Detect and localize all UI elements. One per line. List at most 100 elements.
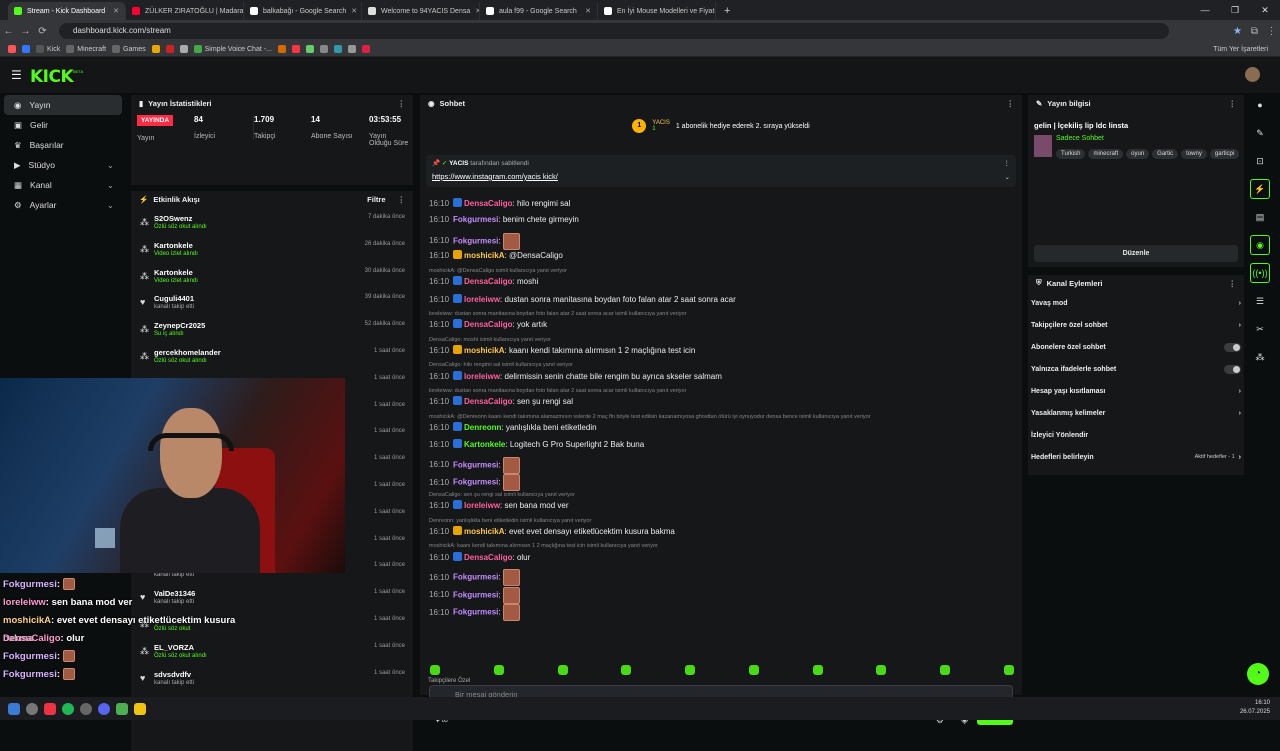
tab-close-icon[interactable]: ✕ — [351, 7, 357, 15]
activity-menu-icon[interactable]: ⋮ — [398, 195, 406, 204]
bookmark-icon[interactable] — [277, 45, 286, 53]
emote-icon[interactable] — [748, 665, 759, 675]
tag[interactable]: Gartic — [1152, 149, 1179, 159]
help-chat-icon[interactable]: ◔ — [1247, 663, 1269, 685]
taskbar-app-icon[interactable] — [44, 702, 56, 715]
chat-username[interactable]: DensaCaligo — [464, 320, 512, 329]
chat-username[interactable]: Fokgurmesi — [453, 573, 498, 582]
folder-icon[interactable] — [134, 702, 146, 715]
note-icon[interactable]: ▤ — [1250, 207, 1270, 227]
chevron-down-icon[interactable]: ⌄ — [107, 160, 114, 171]
bookmark-icon[interactable] — [165, 45, 174, 53]
channel-action[interactable]: Yavaş mod › — [1031, 293, 1241, 313]
wrench-icon[interactable]: ✂ — [1250, 319, 1270, 339]
category-name[interactable]: Sadece Sohbet — [1056, 135, 1104, 142]
chevron-right-icon[interactable]: › — [1239, 388, 1241, 395]
chat-username[interactable]: Fokgurmesi — [453, 460, 498, 469]
bookmark-icon[interactable] — [305, 45, 314, 53]
chat-username[interactable]: moshicikA — [464, 251, 504, 260]
pinned-link[interactable]: https://www.instagram.com/yacis kick/ — [432, 172, 558, 181]
browser-tab[interactable]: ZÜLKER ZIRATOĞLU | Madara C✕ — [126, 2, 244, 20]
lightning-tool-icon[interactable]: ⚡ — [1250, 179, 1270, 199]
stats-menu-icon[interactable]: ⋮ — [398, 99, 406, 108]
info-icon[interactable]: ● — [1250, 95, 1270, 115]
sidebar-item[interactable]: ⚙ Ayarlar ⌄ — [4, 195, 122, 215]
bookmark-star-icon[interactable]: ★ — [1229, 26, 1246, 37]
bookmark-icon[interactable] — [151, 45, 160, 53]
toggle-switch[interactable] — [1224, 364, 1241, 374]
pen-icon[interactable]: ✎ — [1250, 123, 1270, 143]
pinned-menu-icon[interactable]: ⋮ — [1004, 159, 1011, 167]
browser-tab[interactable]: En İyi Mouse Modelleri ve Fiyatı✕ — [598, 2, 716, 20]
filter-button[interactable]: Filtre — [367, 195, 385, 204]
taskbar-app-icon[interactable] — [80, 702, 92, 715]
emote-icon[interactable] — [493, 665, 504, 675]
start-icon[interactable] — [8, 702, 20, 715]
emote-icon[interactable] — [557, 665, 568, 675]
sidebar-item[interactable]: ▶ Stüdyo ⌄ — [4, 155, 122, 175]
minimize-icon[interactable]: — — [1190, 0, 1220, 20]
sidebar-item[interactable]: ▣ Gelir — [4, 115, 122, 135]
channel-action[interactable]: Yalnızca ifadelerle sohbet — [1031, 359, 1241, 379]
chat-username[interactable]: moshicikA — [464, 527, 504, 536]
reload-icon[interactable]: ⟳ — [34, 26, 51, 37]
chat-username[interactable]: loreleiww — [464, 501, 500, 510]
chat-username[interactable]: DensaCaligo — [464, 199, 512, 208]
bookmark-icon[interactable] — [179, 45, 188, 53]
chat-username[interactable]: Denreonn — [464, 423, 501, 432]
spotify-icon[interactable] — [62, 702, 74, 715]
bookmark-icon[interactable] — [347, 45, 356, 53]
url-input[interactable]: dashboard.kick.com/stream — [59, 23, 1169, 39]
camera-icon[interactable]: ⊡ — [1250, 151, 1270, 171]
edit-button[interactable]: Düzenle — [1034, 245, 1238, 262]
chat-username[interactable]: loreleiww — [464, 295, 500, 304]
chat-username[interactable]: DensaCaligo — [464, 397, 512, 406]
channel-action[interactable]: Hesap yaşı kısıtlaması › — [1031, 381, 1241, 401]
all-bookmarks[interactable]: Tüm Yer İşaretleri — [1213, 46, 1268, 53]
channel-action[interactable]: Takipçilere özel sohbet › — [1031, 315, 1241, 335]
extensions-icon[interactable]: ⧉ — [1246, 26, 1263, 37]
tag[interactable]: Turkish — [1056, 149, 1086, 159]
sidebar-item[interactable]: ◉ Yayın — [4, 95, 122, 115]
minecraft-icon[interactable] — [116, 702, 128, 715]
bookmark-minecraft[interactable]: Minecraft — [66, 45, 106, 53]
chat-username[interactable]: DensaCaligo — [464, 277, 512, 286]
emote-icon[interactable] — [685, 665, 696, 675]
channel-action[interactable]: Hedefleri belirleyin Aktif hedefler - 1 › — [1031, 447, 1241, 467]
chevron-right-icon[interactable]: › — [1239, 322, 1241, 329]
bookmark-icon[interactable] — [361, 45, 370, 53]
tag[interactable]: minecraft — [1088, 149, 1124, 159]
discord-icon[interactable] — [98, 702, 110, 715]
chevron-down-icon[interactable]: ⌄ — [107, 200, 114, 211]
new-tab-icon[interactable]: + — [716, 2, 738, 20]
chat-username[interactable]: Fokgurmesi — [453, 215, 498, 224]
chat-tool-icon[interactable]: ◉ — [1250, 235, 1270, 255]
channel-menu-icon[interactable]: ⋮ — [1229, 279, 1237, 288]
bookmark-kick[interactable]: Kick — [36, 45, 60, 53]
chevron-down-icon[interactable]: ⌄ — [1005, 173, 1010, 181]
tag[interactable]: garticpi — [1209, 149, 1240, 159]
emote-icon[interactable] — [812, 665, 823, 675]
chevron-down-icon[interactable]: ⌄ — [107, 180, 114, 191]
channel-action[interactable]: Yasaklanmış kelimeler › — [1031, 403, 1241, 423]
chevron-right-icon[interactable]: › — [1239, 454, 1241, 461]
sidebar-item[interactable]: ▦ Kanal ⌄ — [4, 175, 122, 195]
channel-action[interactable]: Abonelere özel sohbet — [1031, 337, 1241, 357]
bookmark-icon[interactable] — [8, 45, 16, 53]
chat-username[interactable]: loreleiww — [464, 372, 500, 381]
info-menu-icon[interactable]: ⋮ — [1229, 99, 1237, 108]
forward-icon[interactable]: → — [17, 26, 34, 37]
tag[interactable]: oyun — [1126, 149, 1150, 159]
sidebar-item[interactable]: ♛ Başarılar — [4, 135, 122, 155]
bookmark-games[interactable]: Games — [112, 45, 146, 53]
list-tool-icon[interactable]: ☰ — [1250, 291, 1270, 311]
emote-icon[interactable] — [430, 665, 440, 675]
search-icon[interactable] — [26, 702, 38, 715]
emote-icon[interactable] — [621, 665, 632, 675]
chat-username[interactable]: Fokgurmesi — [453, 590, 498, 599]
maximize-icon[interactable]: ❐ — [1220, 0, 1250, 20]
emote-icon[interactable] — [1003, 665, 1014, 675]
chevron-right-icon[interactable]: › — [1239, 410, 1241, 417]
chat-username[interactable]: Kartonkele — [464, 440, 505, 449]
chat-menu-icon[interactable]: ⋮ — [1007, 99, 1015, 108]
